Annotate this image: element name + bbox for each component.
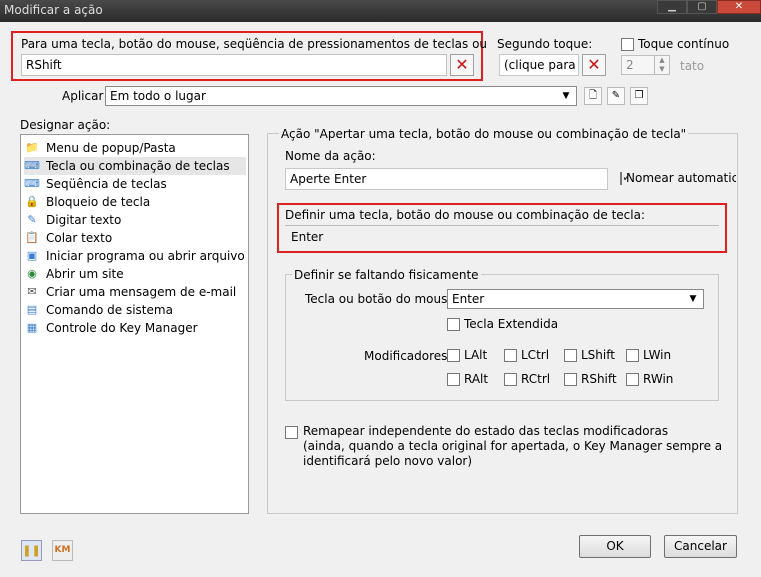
clipboard-icon: 📋 bbox=[25, 231, 39, 244]
missing-key-value: Enter bbox=[452, 292, 485, 306]
modifier-checkbox[interactable] bbox=[626, 348, 639, 362]
chevron-down-icon: ▼ bbox=[562, 91, 570, 101]
chevron-down-icon: ▼ bbox=[689, 294, 697, 304]
cancel-button[interactable]: Cancelar bbox=[664, 535, 737, 558]
remap-row[interactable]: Remapear independente do estado das tecl… bbox=[285, 424, 722, 469]
title-bar: Modificar a ação ▁ ▢ ✕ bbox=[0, 0, 761, 22]
list-item[interactable]: ✎ Digitar texto bbox=[24, 211, 246, 229]
keyboard-icon: ⌨ bbox=[24, 159, 40, 172]
define-key-divider bbox=[285, 225, 719, 226]
define-key-value[interactable]: Enter bbox=[291, 230, 323, 244]
touch-count-unit: tato bbox=[680, 59, 705, 73]
modifiers-label: Modificadores bbox=[364, 349, 448, 363]
clear-second-touch-button[interactable]: ✕ bbox=[582, 54, 606, 76]
auto-name-checkbox[interactable] bbox=[620, 171, 632, 185]
apply-label: Aplicar bbox=[62, 89, 104, 103]
list-item[interactable]: ✉ Criar uma mensagem de e-mail bbox=[24, 283, 246, 301]
key-manager-icon: ▦ bbox=[26, 321, 38, 334]
edit-document-icon[interactable]: ✎ bbox=[607, 87, 625, 105]
maximize-button[interactable]: ▢ bbox=[687, 0, 717, 14]
define-key-label: Definir uma tecla, botão do mouse ou com… bbox=[285, 208, 646, 222]
modifier-rshift[interactable]: RShift bbox=[564, 372, 617, 386]
modifier-checkbox[interactable] bbox=[564, 348, 577, 362]
modifier-ralt[interactable]: RAlt bbox=[447, 372, 488, 386]
modifier-rctrl[interactable]: RCtrl bbox=[504, 372, 550, 386]
second-touch-input[interactable]: (clique para d bbox=[499, 54, 579, 76]
touch-count-spinner[interactable]: ▲ ▼ bbox=[654, 55, 670, 75]
ok-button[interactable]: OK bbox=[579, 535, 651, 558]
missing-key-select[interactable]: Enter ▼ bbox=[447, 289, 704, 309]
list-item[interactable]: ▦ Controle do Key Manager bbox=[24, 319, 246, 337]
list-item[interactable]: ▤ Comando de sistema bbox=[24, 301, 246, 319]
copy-document-icon[interactable]: ❐ bbox=[630, 87, 648, 105]
continuous-touch-row[interactable]: Toque contínuo bbox=[621, 37, 729, 51]
remap-label: Remapear independente do estado das tecl… bbox=[303, 424, 723, 468]
modifier-lwin[interactable]: LWin bbox=[626, 348, 671, 362]
list-item-selected[interactable]: ⌨ Tecla ou combinação de teclas bbox=[24, 157, 246, 175]
apply-selected-value: Em todo o lugar bbox=[110, 89, 206, 103]
remap-checkbox[interactable] bbox=[285, 426, 298, 439]
modifier-rwin[interactable]: RWin bbox=[626, 372, 673, 386]
touch-count-input[interactable]: 2 bbox=[621, 55, 655, 75]
list-item[interactable]: ▣ Iniciar programa ou abrir arquivo bbox=[24, 247, 246, 265]
program-icon: ▣ bbox=[26, 249, 38, 262]
folder-icon: 📁 bbox=[25, 141, 39, 154]
modifier-lshift[interactable]: LShift bbox=[564, 348, 615, 362]
continuous-touch-checkbox[interactable] bbox=[621, 37, 634, 51]
window-title: Modificar a ação bbox=[4, 3, 103, 17]
original-key-input[interactable]: RShift bbox=[21, 54, 447, 76]
missing-group-title: Definir se faltando fisicamente bbox=[292, 268, 481, 282]
second-touch-label: Segundo toque: bbox=[497, 37, 593, 51]
auto-name-label: Nomear automatic bbox=[626, 171, 736, 185]
system-icon: ▤ bbox=[26, 303, 38, 316]
list-item[interactable]: 🔒 Bloqueio de tecla bbox=[24, 193, 246, 211]
mail-icon: ✉ bbox=[27, 285, 37, 298]
auto-name-row[interactable]: Nomear automatic bbox=[620, 171, 736, 185]
modifier-checkbox[interactable] bbox=[504, 348, 517, 362]
apply-select[interactable]: Em todo o lugar ▼ bbox=[105, 86, 577, 106]
modifier-checkbox[interactable] bbox=[564, 372, 577, 386]
designar-label: Designar ação: bbox=[20, 118, 111, 132]
list-item[interactable]: ⌨ Seqüência de teclas bbox=[24, 175, 246, 193]
close-button[interactable]: ✕ bbox=[717, 0, 761, 14]
text-icon: ✎ bbox=[27, 213, 37, 226]
modifier-checkbox[interactable] bbox=[504, 372, 517, 386]
extended-key-checkbox[interactable] bbox=[447, 317, 460, 331]
list-item[interactable]: ◉ Abrir um site bbox=[24, 265, 246, 283]
action-name-label: Nome da ação: bbox=[285, 149, 376, 163]
modifier-checkbox[interactable] bbox=[626, 372, 639, 386]
modifier-lctrl[interactable]: LCtrl bbox=[504, 348, 549, 362]
modifier-checkbox[interactable] bbox=[447, 348, 460, 362]
action-heading: Ação "Apertar uma tecla, botão do mouse … bbox=[279, 127, 689, 141]
original-key-label: Para uma tecla, botão do mouse, seqüênci… bbox=[21, 37, 488, 51]
list-item[interactable]: 📋 Colar texto bbox=[24, 229, 246, 247]
minimize-button[interactable]: ▁ bbox=[657, 0, 687, 14]
action-list: 📁 Menu de popup/Pasta ⌨ Tecla ou combina… bbox=[20, 134, 249, 514]
keyboard-sequence-icon: ⌨ bbox=[24, 177, 40, 190]
lock-icon: 🔒 bbox=[25, 195, 39, 208]
missing-key-label: Tecla ou botão do mouse bbox=[305, 292, 455, 306]
new-document-icon[interactable]: 🗋 bbox=[584, 87, 602, 105]
pause-icon[interactable]: ❚❚ bbox=[21, 540, 42, 561]
action-name-input[interactable]: Aperte Enter bbox=[285, 168, 608, 190]
list-item[interactable]: 📁 Menu de popup/Pasta bbox=[24, 139, 246, 157]
clear-original-button[interactable]: ✕ bbox=[450, 54, 474, 76]
modifier-lalt[interactable]: LAlt bbox=[447, 348, 487, 362]
modifier-checkbox[interactable] bbox=[447, 372, 460, 386]
globe-icon: ◉ bbox=[27, 267, 37, 280]
continuous-touch-label: Toque contínuo bbox=[638, 37, 730, 51]
extended-key-row[interactable]: Tecla Extendida bbox=[447, 317, 558, 331]
extended-key-label: Tecla Extendida bbox=[464, 317, 559, 331]
key-manager-logo-icon[interactable]: KM bbox=[52, 540, 73, 561]
